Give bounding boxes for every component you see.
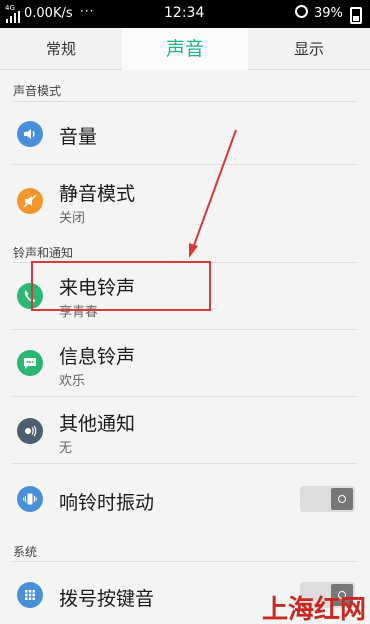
annotation-arrow [189,129,237,258]
watermark-logo: 上海红网 [262,595,367,624]
